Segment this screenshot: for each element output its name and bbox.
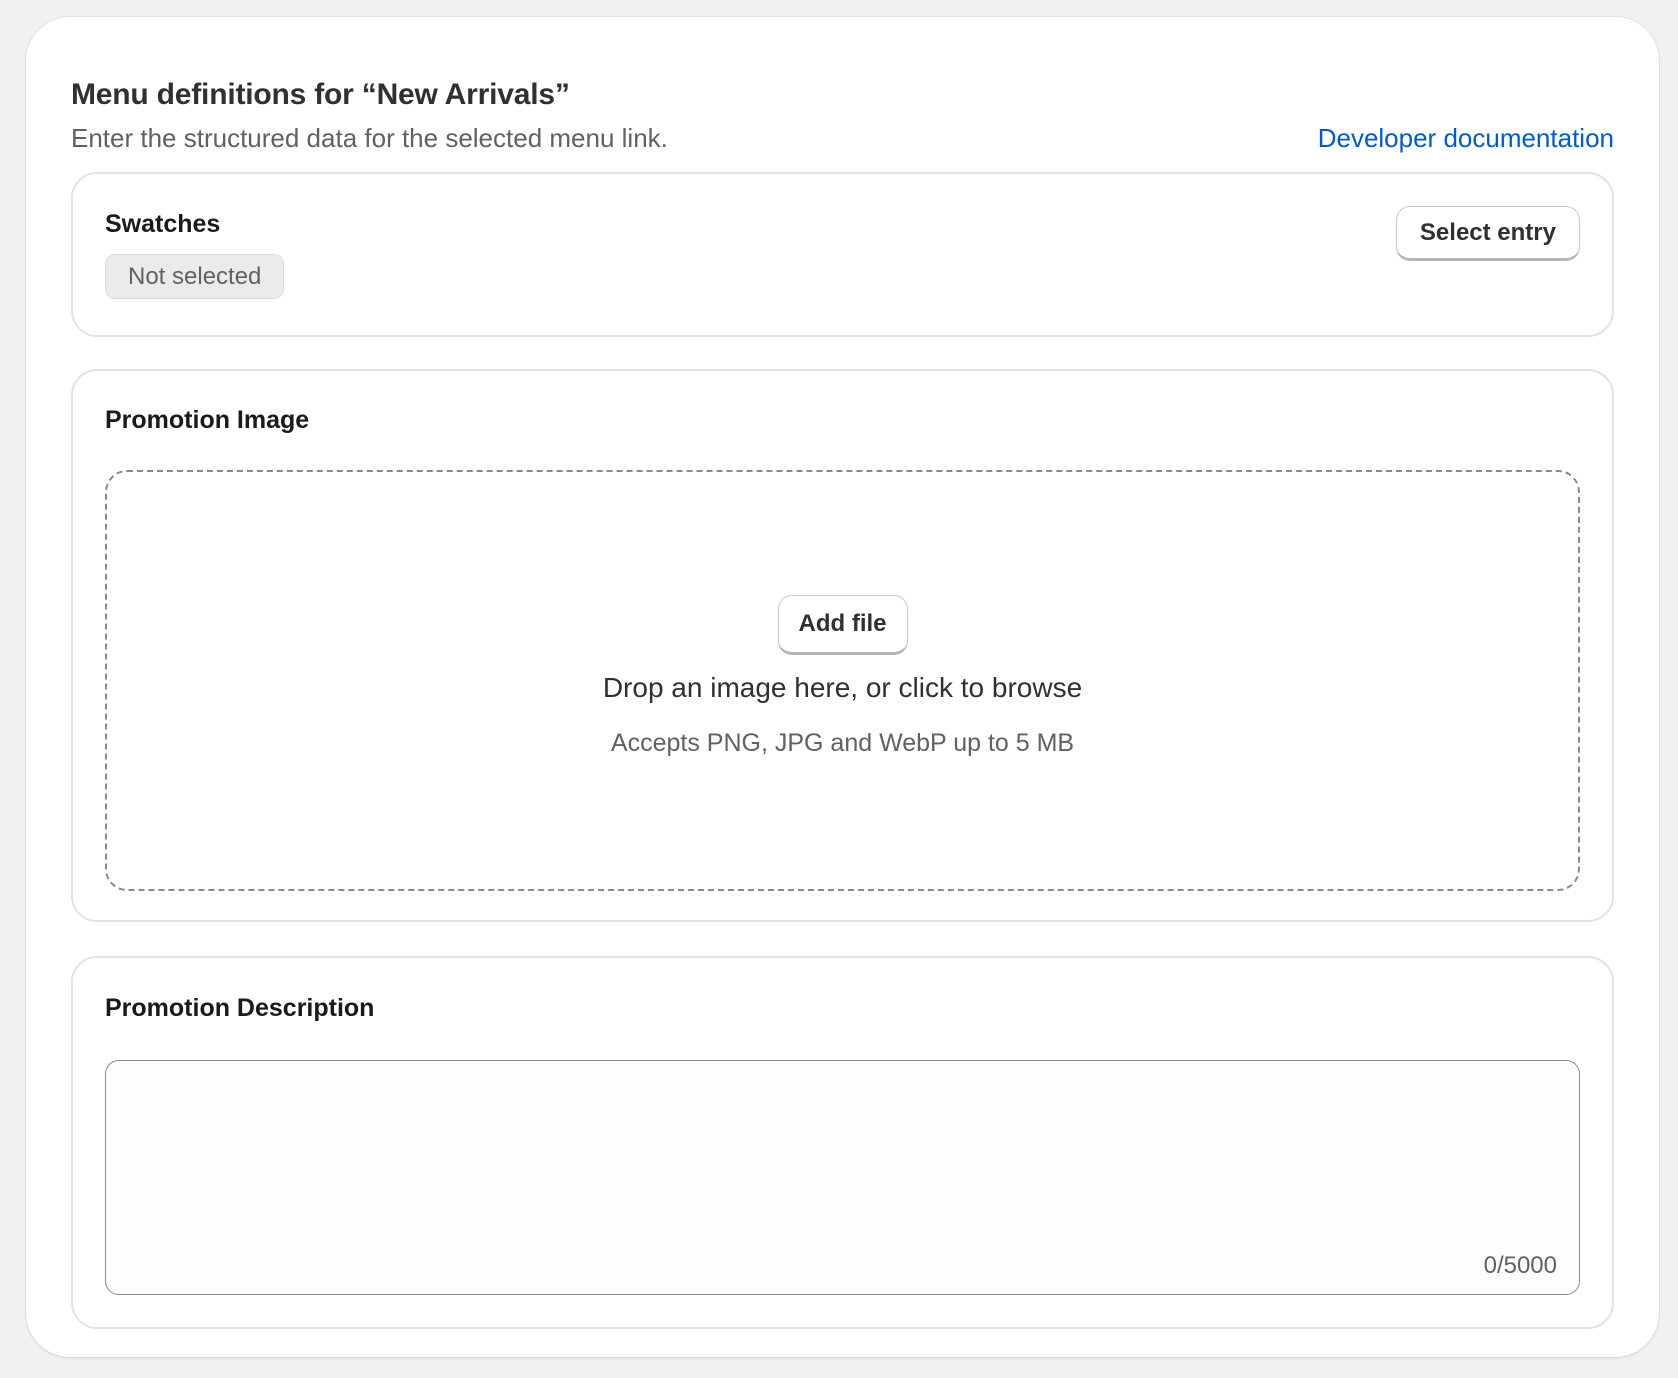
swatches-status-badge: Not selected xyxy=(105,254,285,299)
image-dropzone[interactable]: Add file Drop an image here, or click to… xyxy=(105,470,1580,891)
dropzone-accepted-formats: Accepts PNG, JPG and WebP up to 5 MB xyxy=(610,729,1075,757)
promotion-image-title: Promotion Image xyxy=(105,406,310,434)
promotion-description-card: Promotion Description 0/5000 xyxy=(71,956,1614,1329)
promotion-image-card: Promotion Image Add file Drop an image h… xyxy=(71,369,1614,922)
menu-definitions-panel: Menu definitions for “New Arrivals” Ente… xyxy=(26,17,1659,1357)
page-subtitle: Enter the structured data for the select… xyxy=(71,123,668,153)
add-file-button[interactable]: Add file xyxy=(777,595,908,655)
swatches-title: Swatches xyxy=(105,210,221,238)
character-counter: 0/5000 xyxy=(1483,1252,1557,1279)
select-entry-button[interactable]: Select entry xyxy=(1395,206,1580,261)
promotion-description-title: Promotion Description xyxy=(105,994,375,1022)
developer-documentation-link[interactable]: Developer documentation xyxy=(1318,123,1614,154)
panel-header: Menu definitions for “New Arrivals” Ente… xyxy=(71,60,1614,160)
promotion-description-textarea[interactable]: 0/5000 xyxy=(105,1060,1580,1295)
swatches-card: Swatches Not selected Select entry xyxy=(71,172,1614,337)
page-title: Menu definitions for “New Arrivals” xyxy=(71,78,570,111)
dropzone-hint: Drop an image here, or click to browse xyxy=(602,672,1083,703)
